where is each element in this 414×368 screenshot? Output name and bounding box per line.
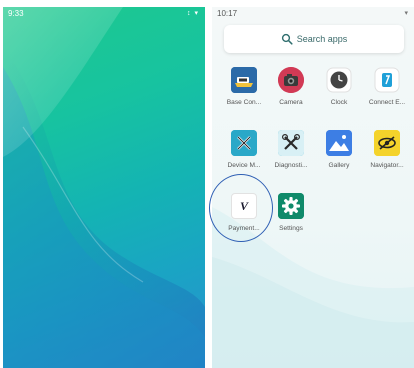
app-label: Device M... <box>227 162 261 169</box>
app-label: Gallery <box>328 162 350 169</box>
app-connect[interactable]: Connect E... <box>363 67 411 106</box>
app-label: Navigator... <box>370 162 404 169</box>
device-manager-icon <box>231 130 257 156</box>
app-diagnostics[interactable]: Diagnosti... <box>267 130 315 169</box>
home-screen: 9:33 ↕ ▾ <box>3 7 205 368</box>
app-label: Connect E... <box>368 99 406 106</box>
highlight-ring <box>209 174 273 242</box>
navigator-icon <box>374 130 400 156</box>
app-label: Clock <box>330 99 348 106</box>
status-bar: 9:33 ↕ ▾ <box>3 7 205 21</box>
app-device-manager[interactable]: Device M... <box>220 130 268 169</box>
gallery-icon <box>326 130 352 156</box>
base-connection-icon <box>231 67 257 93</box>
camera-icon <box>278 67 304 93</box>
app-camera[interactable]: Camera <box>267 67 315 106</box>
app-clock[interactable]: Clock <box>315 67 363 106</box>
status-time: 9:33 <box>8 9 24 18</box>
search-apps-bar[interactable]: Search apps <box>224 25 404 53</box>
signal-wifi-icon: ↕ ▾ <box>187 10 199 17</box>
app-label: Diagnosti... <box>274 162 308 169</box>
diagnostics-icon <box>278 130 304 156</box>
app-gallery[interactable]: Gallery <box>315 130 363 169</box>
app-base-connection[interactable]: Base Con... <box>220 67 268 106</box>
app-navigator[interactable]: Navigator... <box>363 130 411 169</box>
app-label: Camera <box>279 99 303 106</box>
settings-icon <box>278 193 304 219</box>
wallpaper-waves <box>3 7 205 368</box>
search-icon <box>281 33 293 45</box>
search-apps-label: Search apps <box>296 34 348 44</box>
status-time: 10:17 <box>217 9 238 18</box>
status-bar: 10:17 ▾ <box>212 7 414 21</box>
app-settings[interactable]: Settings <box>267 193 315 232</box>
wifi-icon: ▾ <box>404 10 408 17</box>
app-label: Base Con... <box>226 99 262 106</box>
app-label: Settings <box>279 225 303 232</box>
clock-icon <box>326 67 352 93</box>
connect-icon <box>374 67 400 93</box>
